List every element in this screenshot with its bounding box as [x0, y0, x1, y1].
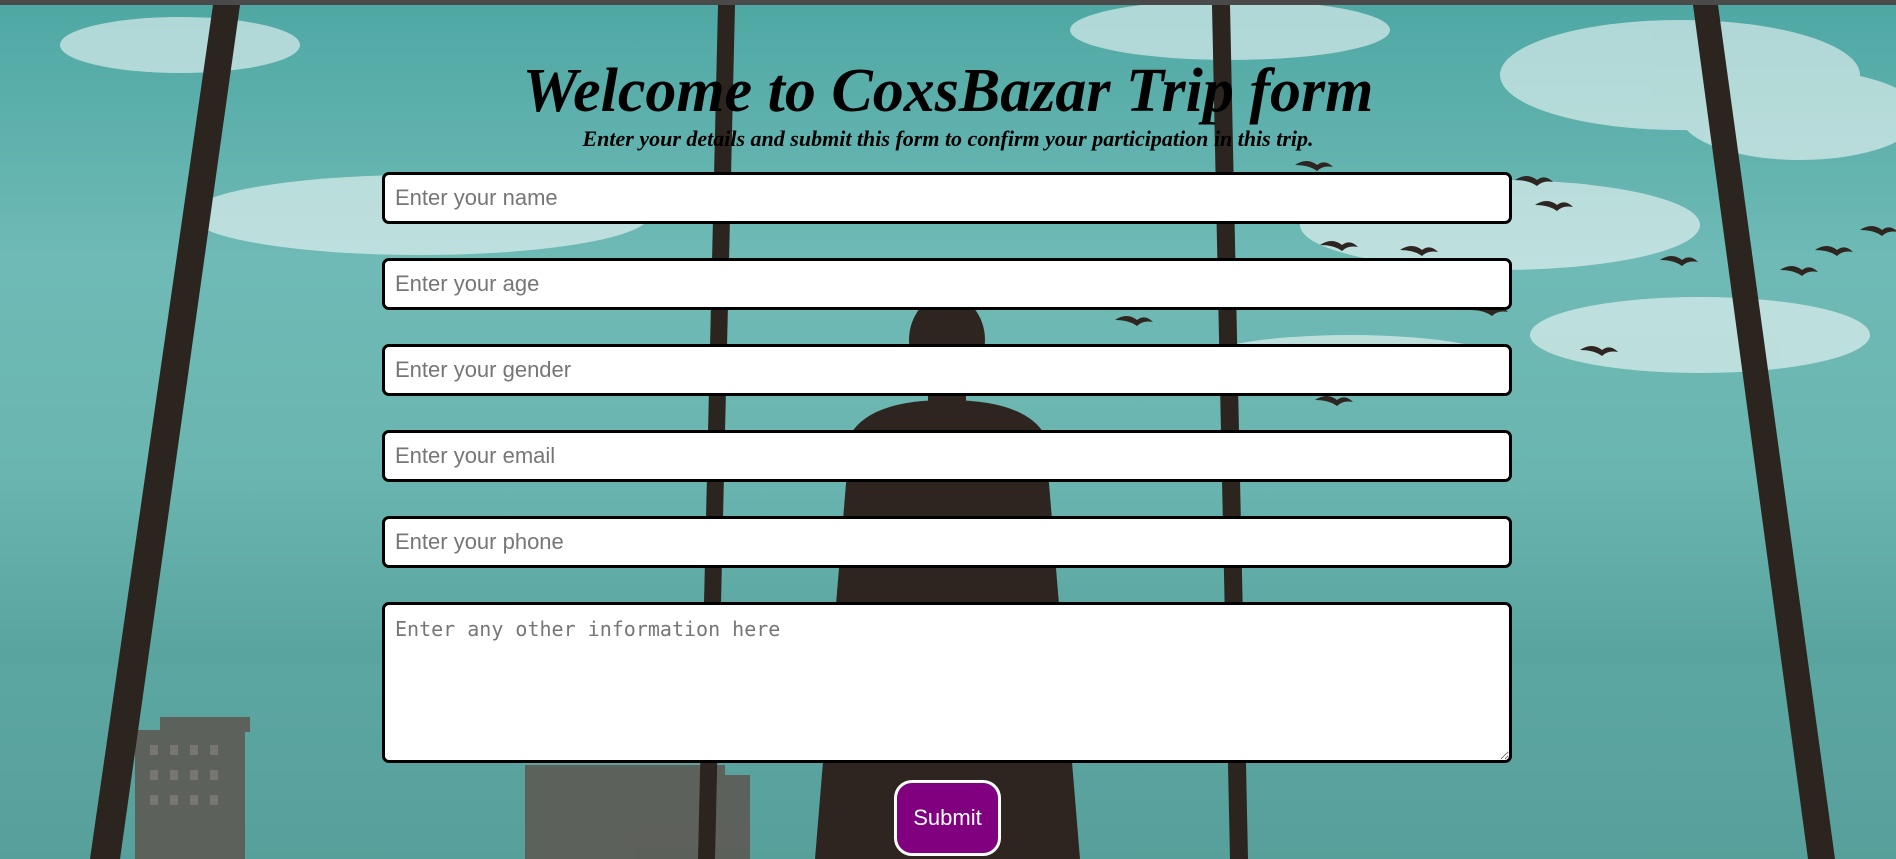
gender-input[interactable]	[382, 344, 1512, 396]
submit-button[interactable]: Submit	[894, 780, 1001, 856]
page-subtitle: Enter your details and submit this form …	[582, 126, 1314, 151]
page-title: Welcome to CoxsBazar Trip form	[522, 57, 1374, 125]
form-container: Welcome to CoxsBazar Trip form Enter you…	[0, 0, 1896, 859]
email-input[interactable]	[382, 430, 1512, 482]
name-input[interactable]	[382, 172, 1512, 224]
other-info-textarea[interactable]	[382, 602, 1512, 763]
phone-input[interactable]	[382, 516, 1512, 568]
window-top-border	[0, 0, 1896, 5]
age-input[interactable]	[382, 258, 1512, 310]
